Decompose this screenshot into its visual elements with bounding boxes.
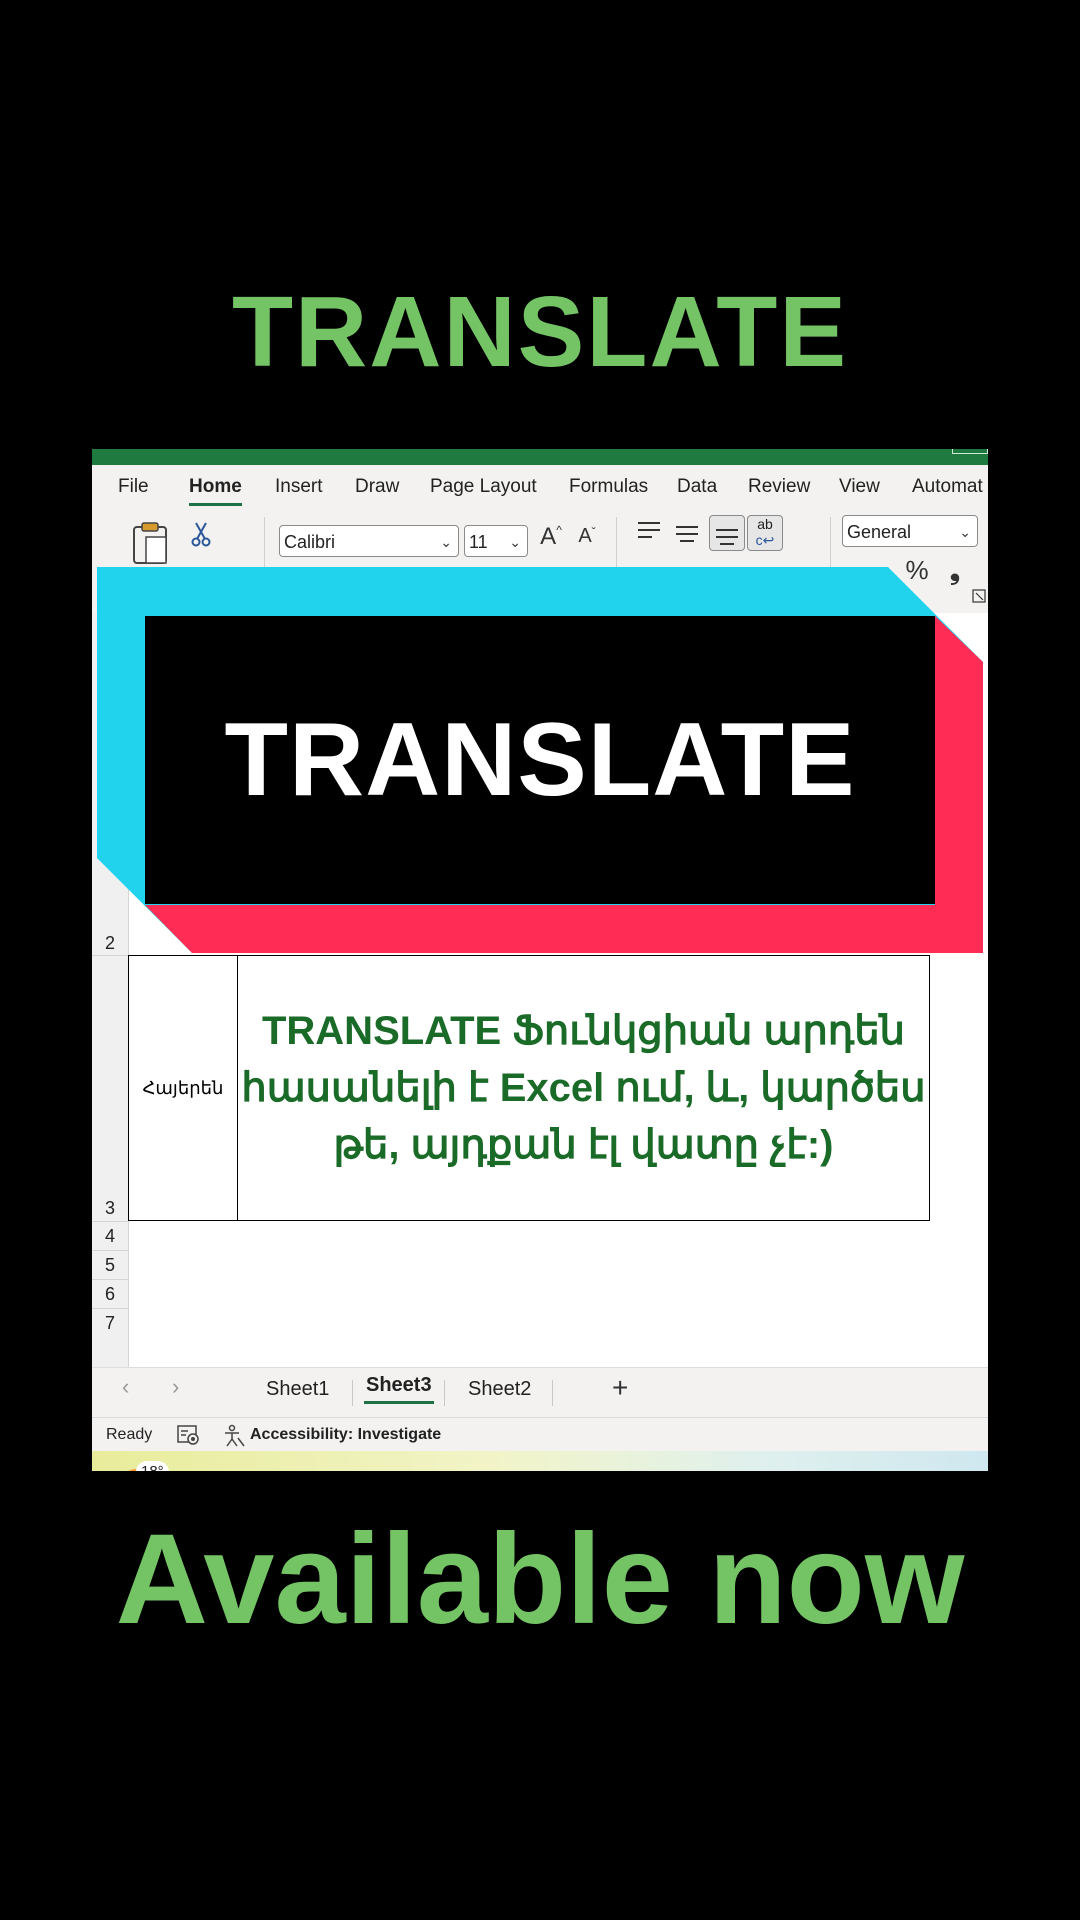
row-divider — [92, 1250, 128, 1251]
number-format-select[interactable]: General ⌄ — [842, 515, 978, 547]
row-header[interactable]: 4 — [92, 1226, 128, 1247]
tab-automate[interactable]: Automat — [912, 465, 983, 509]
row-divider — [92, 1221, 128, 1222]
cell-translated-text[interactable]: TRANSLATE Ֆունկցիան արդեն հասանելի է Exc… — [238, 955, 930, 1221]
windows-taskbar: 18° ✔ O — [92, 1451, 988, 1471]
top-title: TRANSLATE — [231, 276, 849, 388]
chevron-right-icon[interactable]: › — [172, 1374, 179, 1400]
window-control[interactable] — [952, 449, 988, 454]
bottom-title: Available now — [115, 1508, 965, 1651]
banner-title: TRANSLATE — [224, 701, 856, 818]
tab-file[interactable]: File — [118, 465, 149, 509]
macro-record-icon — [177, 1425, 199, 1445]
sheet-tab-bar: ‹ › Sheet1 Sheet3 Sheet2 + — [92, 1367, 988, 1418]
wrap-text-button[interactable]: ab c↩ — [747, 515, 783, 551]
tab-draw[interactable]: Draw — [355, 465, 399, 509]
align-middle-icon — [676, 526, 698, 542]
align-bottom-button[interactable] — [709, 515, 745, 551]
macro-recording-button[interactable] — [176, 1424, 200, 1446]
font-name-value: Calibri — [284, 532, 336, 552]
paste-button[interactable] — [132, 521, 170, 565]
row-divider — [92, 1279, 128, 1280]
grow-font-icon: A — [540, 523, 557, 550]
font-size-value: 11 — [469, 532, 488, 552]
font-size-select[interactable]: 11 ⌄ — [464, 525, 528, 557]
sheet-tab-sheet2[interactable]: Sheet2 — [468, 1378, 531, 1401]
align-top-icon — [638, 522, 660, 538]
tab-formulas[interactable]: Formulas — [569, 465, 648, 509]
scissors-icon — [191, 522, 211, 547]
shrink-font-icon: A — [578, 525, 592, 547]
chevron-down-icon: ⌄ — [440, 534, 452, 550]
tab-data[interactable]: Data — [677, 465, 717, 509]
add-sheet-button[interactable]: + — [612, 1372, 628, 1404]
cell-language-label[interactable]: Հայերեն — [128, 955, 238, 1221]
row-header[interactable]: 6 — [92, 1284, 128, 1305]
ribbon-tabs: File Home Insert Draw Page Layout Formul… — [92, 465, 988, 509]
align-bottom-icon — [716, 529, 738, 545]
clipboard-icon — [133, 522, 167, 564]
wrap-text-icon: ab — [757, 516, 773, 532]
status-bar: Ready Accessibility: Investigate — [92, 1417, 988, 1452]
chevron-down-icon: ⌄ — [509, 534, 521, 550]
tab-home[interactable]: Home — [189, 465, 242, 506]
accessibility-status[interactable]: Accessibility: Investigate — [250, 1426, 441, 1444]
row-divider — [92, 1308, 128, 1309]
tab-view[interactable]: View — [839, 465, 880, 509]
row-divider — [92, 955, 128, 956]
tab-review[interactable]: Review — [748, 465, 810, 509]
row-header[interactable]: 5 — [92, 1255, 128, 1276]
tab-separator — [552, 1380, 553, 1406]
chevron-down-icon: ⌄ — [959, 524, 971, 540]
font-name-select[interactable]: Calibri ⌄ — [279, 525, 459, 557]
accessibility-button[interactable] — [222, 1424, 246, 1448]
tab-insert[interactable]: Insert — [275, 465, 323, 509]
sheet-tab-sheet3[interactable]: Sheet3 — [364, 1374, 434, 1404]
align-middle-button[interactable] — [674, 519, 700, 545]
ready-status: Ready — [106, 1426, 153, 1443]
shrink-font-button[interactable]: Aˇ — [572, 525, 602, 559]
cut-button[interactable] — [190, 521, 212, 547]
accessibility-icon — [225, 1424, 245, 1447]
row-header[interactable]: 3 — [92, 1198, 128, 1219]
align-top-button[interactable] — [636, 519, 662, 545]
tab-separator — [444, 1380, 445, 1406]
row-header[interactable]: 7 — [92, 1313, 128, 1334]
weather-temp: 18° — [136, 1461, 169, 1471]
sheet-tab-sheet1[interactable]: Sheet1 — [266, 1378, 329, 1401]
tab-separator — [352, 1380, 353, 1406]
chevron-left-icon[interactable]: ‹ — [122, 1374, 129, 1400]
tab-page-layout[interactable]: Page Layout — [430, 465, 537, 509]
title-bar — [92, 449, 988, 465]
grow-font-button[interactable]: A^ — [536, 523, 566, 557]
number-format-value: General — [847, 522, 912, 542]
